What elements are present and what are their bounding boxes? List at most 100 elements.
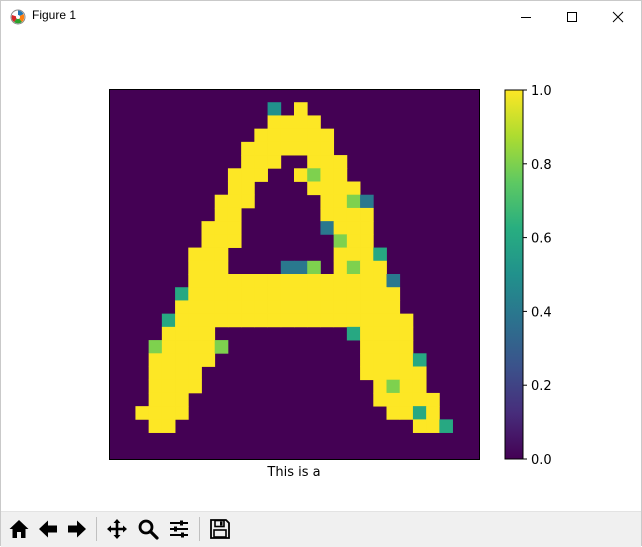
- heatmap-cell: [148, 406, 163, 420]
- heatmap-cell: [175, 300, 189, 315]
- heatmap-cell: [214, 207, 229, 222]
- heatmap-cell: [360, 260, 374, 275]
- close-button[interactable]: [595, 1, 641, 32]
- heatmap-cell: [241, 181, 255, 196]
- heatmap-cell: [386, 353, 401, 367]
- heatmap-cell: [307, 155, 321, 169]
- heatmap-cell: [307, 313, 321, 328]
- heatmap-cell: [148, 419, 163, 433]
- heatmap-cell: [254, 313, 268, 328]
- heatmap-cell: [307, 168, 321, 182]
- heatmap-cell: [320, 168, 335, 182]
- heatmap-cell: [201, 287, 216, 301]
- move-icon: [107, 519, 127, 539]
- maximize-button[interactable]: [549, 1, 595, 32]
- heatmap-cell: [333, 234, 348, 248]
- heatmap-cell: [188, 313, 202, 328]
- heatmap-cell: [386, 313, 401, 328]
- matplotlib-icon: [10, 9, 26, 25]
- heatmap-cell: [307, 115, 321, 130]
- maximize-icon: [567, 11, 577, 22]
- heatmap-cell: [373, 300, 387, 315]
- heatmap-cell: [161, 406, 176, 420]
- heatmap-cell: [373, 392, 387, 407]
- heatmap-cell: [214, 340, 229, 354]
- heatmap-cell: [373, 326, 387, 341]
- heatmap-cell: [267, 141, 282, 156]
- heatmap-cell: [346, 326, 361, 341]
- heatmap-cell: [294, 102, 308, 116]
- colorbar: [504, 89, 524, 460]
- heatmap-cell: [188, 353, 202, 367]
- heatmap-cell: [412, 406, 427, 420]
- heatmap-cell: [148, 353, 163, 367]
- subplots-button[interactable]: [166, 516, 192, 542]
- heatmap-cell: [214, 313, 229, 328]
- pan-button[interactable]: [104, 516, 130, 542]
- heatmap-cell: [307, 300, 321, 315]
- heatmap-cell: [320, 194, 335, 209]
- sliders-icon: [170, 520, 188, 538]
- home-button[interactable]: [6, 516, 32, 542]
- heatmap-cell: [254, 287, 268, 301]
- heatmap-cell: [241, 313, 255, 328]
- heatmap-cell: [188, 287, 202, 301]
- heatmap-cell: [227, 313, 242, 328]
- heatmap-cell: [214, 287, 229, 301]
- heatmap-cell: [280, 274, 295, 288]
- minimize-icon: [521, 16, 531, 18]
- title-bar[interactable]: Figure 1: [1, 1, 641, 32]
- heatmap-cell: [333, 207, 348, 222]
- heatmap-cell: [254, 274, 268, 288]
- heatmap-cell: [188, 340, 202, 354]
- heatmap-cell: [267, 128, 282, 143]
- heatmap-cell: [161, 419, 176, 433]
- heatmap-cell: [386, 287, 401, 301]
- heatmap-cell: [227, 221, 242, 235]
- heatmap-cell: [333, 313, 348, 328]
- heatmap-cell: [175, 313, 189, 328]
- heatmap-cell: [214, 274, 229, 288]
- zoom-button[interactable]: [135, 516, 161, 542]
- heatmap-cell: [188, 326, 202, 341]
- heatmap-cell: [161, 353, 176, 367]
- heatmap-cell: [386, 340, 401, 354]
- heatmap-cell: [333, 300, 348, 315]
- forward-button[interactable]: [64, 516, 90, 542]
- back-button[interactable]: [35, 516, 61, 542]
- heatmap-cell: [175, 340, 189, 354]
- heatmap-cell: [412, 392, 427, 407]
- heatmap-cell: [201, 353, 216, 367]
- heatmap-cell: [386, 366, 401, 381]
- heatmap-cell: [320, 313, 335, 328]
- heatmap-cell: [280, 141, 295, 156]
- minimize-button[interactable]: [503, 1, 549, 32]
- heatmap-cell: [360, 313, 374, 328]
- heatmap-cell: [426, 392, 440, 407]
- heatmap-cell: [360, 221, 374, 235]
- floppy-disk-icon: [210, 519, 230, 539]
- heatmap-cell: [346, 207, 361, 222]
- heatmap-cell: [227, 194, 242, 209]
- heatmap-cell: [386, 326, 401, 341]
- heatmap-cell: [426, 419, 440, 433]
- figure-canvas[interactable]: This is a 0.0 0.2 0.4 0.6 0.8 1.0: [1, 32, 641, 511]
- save-button[interactable]: [207, 516, 233, 542]
- arrow-left-icon: [39, 520, 57, 538]
- heatmap-cell: [360, 194, 374, 209]
- heatmap-cell: [333, 274, 348, 288]
- heatmap-cell: [241, 300, 255, 315]
- heatmap-cell: [201, 326, 216, 341]
- heatmap-cell: [175, 406, 189, 420]
- heatmap-cell: [346, 313, 361, 328]
- heatmap-cell: [307, 181, 321, 196]
- heatmap-cell: [188, 300, 202, 315]
- heatmap-cell: [333, 247, 348, 262]
- heatmap-cell: [360, 340, 374, 354]
- heatmap-cell: [320, 207, 335, 222]
- heatmap-cell: [346, 181, 361, 196]
- heatmap-cell: [412, 379, 427, 394]
- heatmap-cell: [227, 274, 242, 288]
- heatmap-cell: [188, 247, 202, 262]
- colorbar-tick-label: 0.2: [531, 379, 552, 394]
